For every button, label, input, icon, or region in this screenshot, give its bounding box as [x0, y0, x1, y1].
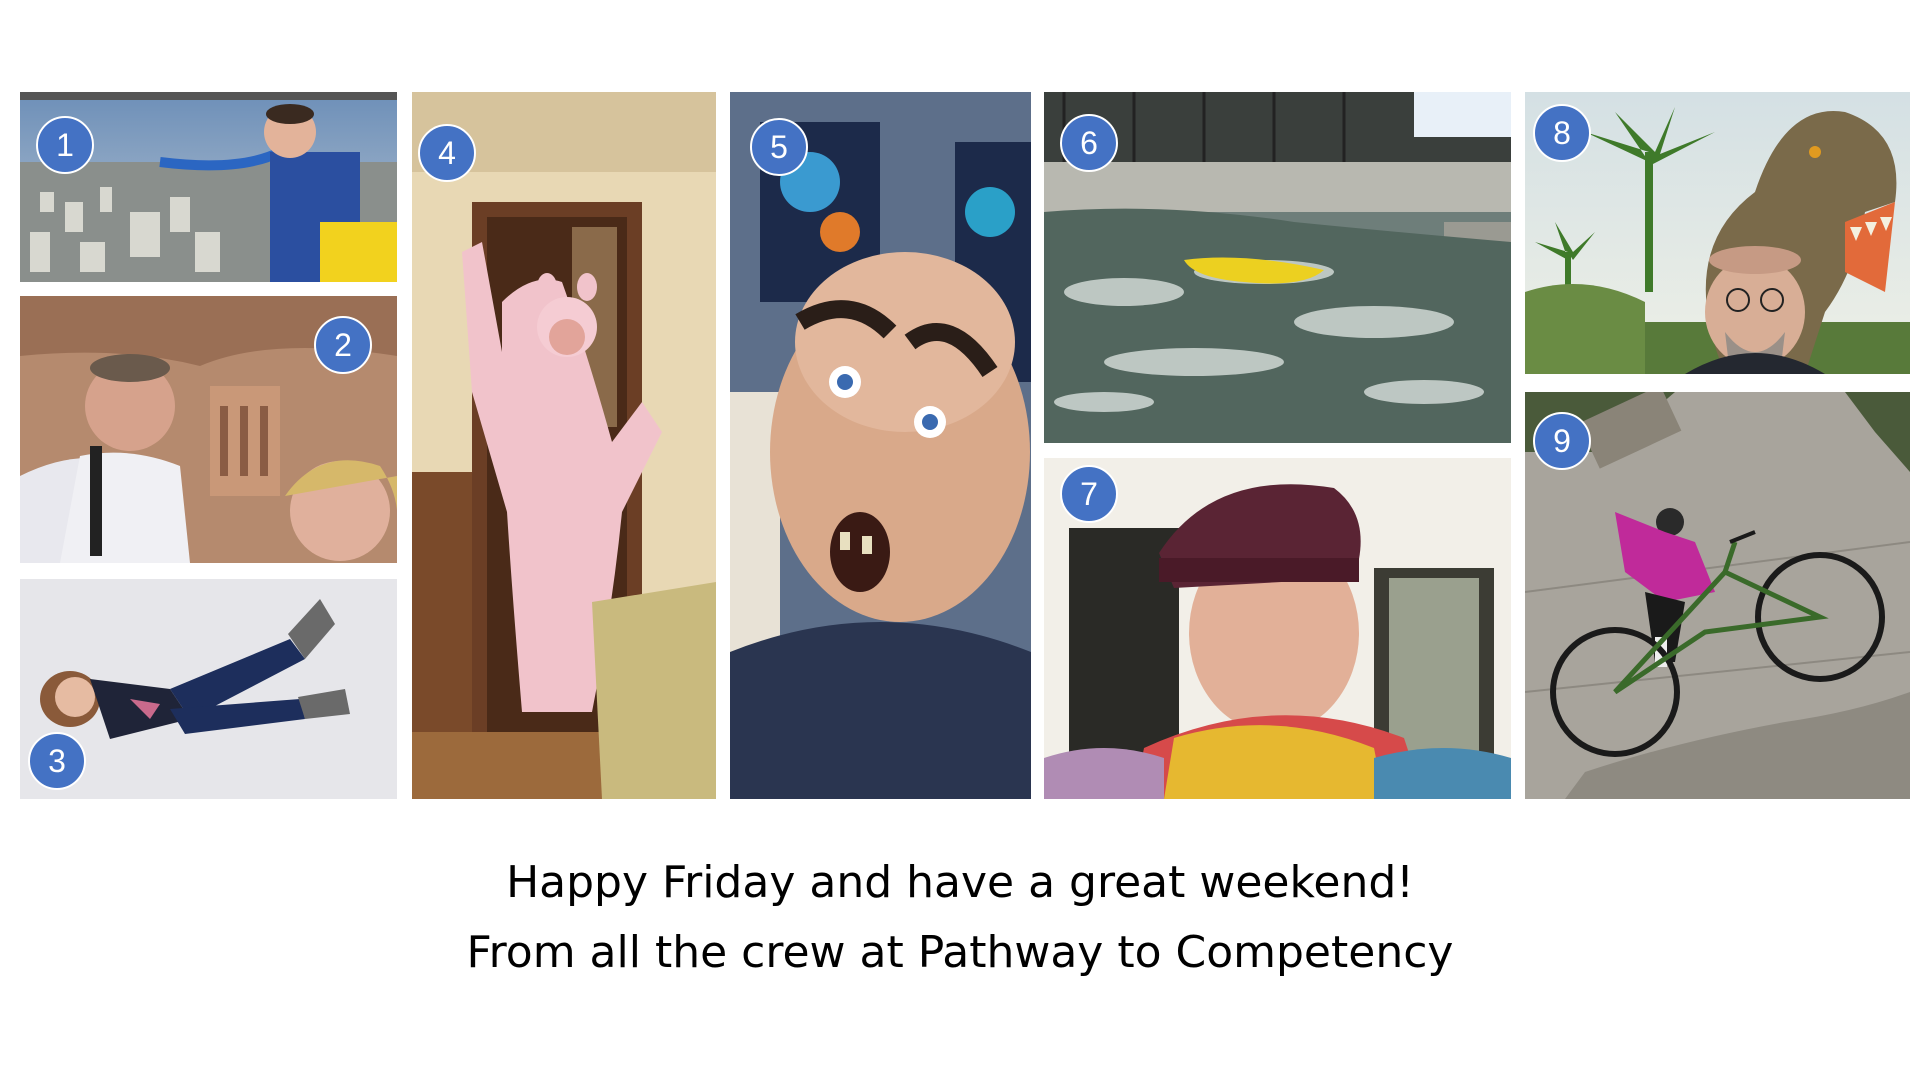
photo-7: 7: [1044, 458, 1511, 799]
photo-number-badge: 1: [36, 116, 94, 174]
photo-6: 6: [1044, 92, 1511, 443]
photo-8: 8: [1525, 92, 1910, 374]
photo-number-badge: 3: [28, 732, 86, 790]
caption-line-1: Happy Friday and have a great weekend!: [506, 857, 1414, 908]
photo-2: 2: [20, 296, 397, 563]
photo-number-badge: 5: [750, 118, 808, 176]
pig-costume-photo: [412, 92, 716, 799]
scarf-hat-selfie-photo: [1044, 458, 1511, 799]
funny-face-photo: [730, 92, 1031, 799]
slide: 1 2 3 4 5 6 7 8 9 Happy Friday and have …: [0, 0, 1920, 1080]
photo-4: 4: [412, 92, 716, 799]
photo-number-badge: 9: [1533, 412, 1591, 470]
photo-3: 3: [20, 579, 397, 799]
photo-9: 9: [1525, 392, 1910, 799]
photo-number-badge: 7: [1060, 465, 1118, 523]
photo-1: 1: [20, 92, 397, 282]
photo-number-badge: 4: [418, 124, 476, 182]
photo-number-badge: 6: [1060, 114, 1118, 172]
photo-5: 5: [730, 92, 1031, 799]
caption-line-2: From all the crew at Pathway to Competen…: [466, 927, 1454, 978]
photo-number-badge: 2: [314, 316, 372, 374]
photo-number-badge: 8: [1533, 104, 1591, 162]
